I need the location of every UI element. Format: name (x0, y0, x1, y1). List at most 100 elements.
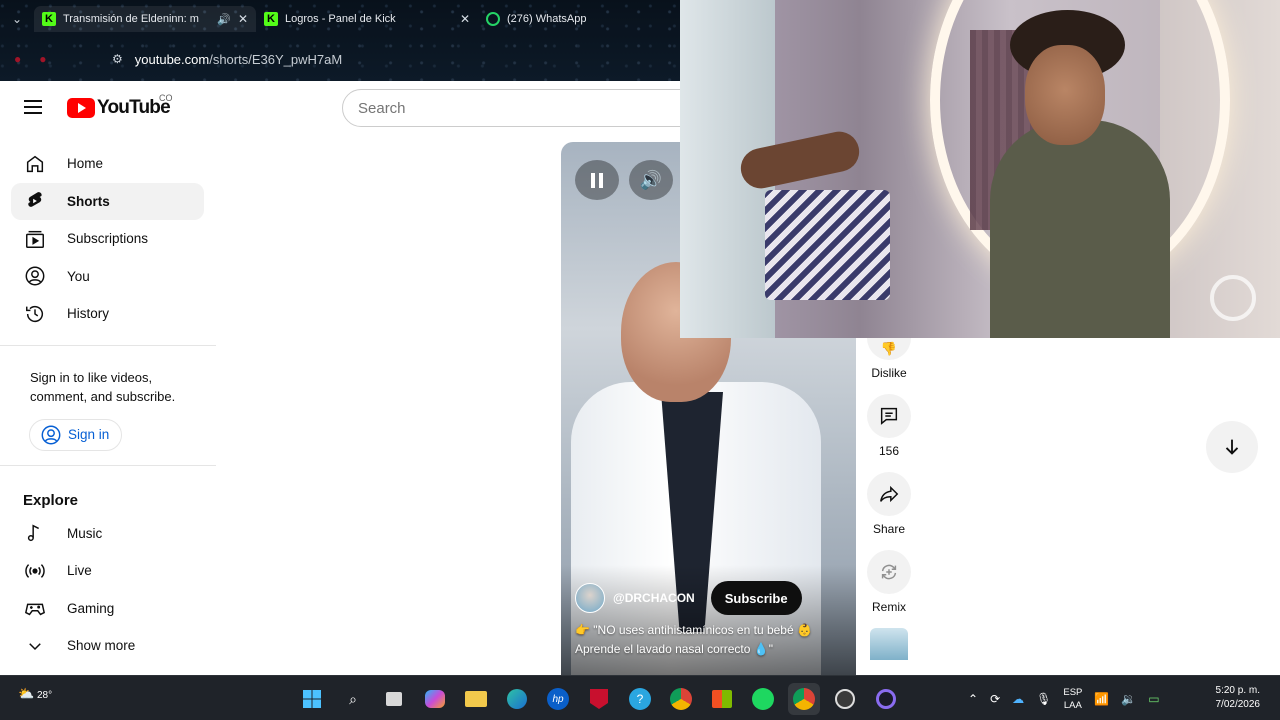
tab-kick-stream[interactable]: K Transmisión de Eldeninn: m 🔊 ✕ (34, 6, 256, 32)
language-code: ESP (1063, 686, 1083, 698)
search-icon: ⌕ (349, 690, 357, 707)
cam-face (1025, 45, 1105, 145)
search-button[interactable]: ⌕ (337, 683, 369, 715)
video-caption[interactable]: 👉 "NO uses antihistamínicos en tu bebé 👶… (575, 621, 845, 659)
store-button[interactable] (706, 683, 738, 715)
clock[interactable]: 5:20 p. m. 7/02/2026 (1216, 684, 1261, 712)
help-icon: ? (629, 688, 651, 710)
sidebar-item-show-more[interactable]: Show more (11, 627, 204, 665)
pause-button[interactable] (575, 160, 619, 200)
start-button[interactable] (296, 683, 328, 715)
weather-widget[interactable]: ⛅ 28° (18, 686, 52, 702)
help-button[interactable]: ? (624, 683, 656, 715)
hp-icon: hp (547, 688, 569, 710)
system-tray: ⌃ ⟳ ☁ 🎙 ESP LAA 📶 🔉 ▭ (968, 676, 1160, 720)
sidebar-item-label: You (67, 268, 90, 284)
volume-icon[interactable]: 🔉 (1121, 692, 1136, 706)
obs-button[interactable] (829, 683, 861, 715)
screen: ⌄ K Transmisión de Eldeninn: m 🔊 ✕ K Log… (0, 0, 1280, 720)
home-icon (23, 152, 47, 176)
volume-button[interactable]: 🔊 (629, 160, 673, 200)
sync-icon[interactable]: ⟳ (990, 692, 1000, 706)
stream-logo-icon (1210, 275, 1256, 321)
next-short-button[interactable] (1206, 421, 1258, 473)
play-logo-icon (67, 98, 95, 118)
site-settings-icon[interactable]: ⚙ (112, 52, 123, 66)
close-icon[interactable]: ✕ (238, 12, 248, 26)
comment-count: 156 (878, 444, 900, 458)
sidebar-item-label: Show more (67, 638, 136, 654)
close-icon[interactable]: ✕ (460, 12, 470, 26)
remix-label: Remix (871, 600, 906, 614)
copilot-button[interactable] (419, 683, 451, 715)
sound-thumbnail[interactable] (870, 628, 908, 660)
gaming-icon (23, 596, 47, 620)
task-view-button[interactable] (378, 683, 410, 715)
menu-icon[interactable] (24, 100, 42, 114)
language-indicator[interactable]: ESP LAA (1063, 686, 1082, 712)
caption-line: 👉 "NO uses antihistamínicos en tu bebé 👶 (575, 623, 812, 637)
sign-in-button[interactable]: Sign in (29, 418, 123, 451)
wifi-icon[interactable]: 📶 (1094, 692, 1109, 706)
tab-strip: ⌄ K Transmisión de Eldeninn: m 🔊 ✕ K Log… (0, 6, 680, 32)
chevron-down-icon (23, 634, 47, 658)
dislike-icon: 👎 (880, 341, 898, 356)
search-input[interactable]: Search (342, 89, 702, 127)
sidebar-item-history[interactable]: History (11, 295, 204, 333)
file-explorer-button[interactable] (460, 683, 492, 715)
channel-avatar[interactable] (575, 583, 605, 613)
store-icon (712, 690, 732, 708)
webcam-overlay (680, 0, 1280, 338)
speaker-icon[interactable]: 🔊 (217, 13, 231, 26)
windows-taskbar: ⛅ 28° ⌕ hp ? ⌃ ⟳ ☁ 🎙 ESP LAA 📶 🔉 ▭ 5:20 … (0, 675, 1280, 720)
url-text[interactable]: youtube.com/shorts/E36Y_pwH7aM (135, 52, 342, 67)
youtube-header: YouTube CO Search (0, 81, 702, 137)
sidebar-item-home[interactable]: Home (11, 145, 204, 183)
circle-app-icon (876, 689, 896, 709)
sidebar-item-label: Gaming (67, 600, 115, 616)
subscribe-button[interactable]: Subscribe (710, 581, 802, 615)
remix-icon (881, 564, 897, 580)
mcafee-button[interactable] (583, 683, 615, 715)
account-icon (23, 264, 47, 288)
cortana-button[interactable] (870, 683, 902, 715)
youtube-logo[interactable]: YouTube CO (67, 93, 173, 119)
chevron-up-icon[interactable]: ⌃ (968, 692, 978, 706)
sidebar-item-live[interactable]: Live (11, 552, 204, 590)
tab-whatsapp[interactable]: (276) WhatsApp (478, 6, 668, 32)
share-button[interactable] (867, 472, 911, 516)
tab-search-icon[interactable]: ⌄ (0, 12, 34, 26)
tab-title: Transmisión de Eldeninn: m (63, 13, 199, 25)
onedrive-icon[interactable]: ☁ (1012, 692, 1024, 706)
sidebar-item-label: Live (67, 563, 92, 579)
history-icon (23, 302, 47, 326)
chrome-button[interactable] (665, 683, 697, 715)
battery-icon[interactable]: ▭ (1148, 692, 1159, 706)
signin-prompt: Sign in to like videos, comment, and sub… (30, 369, 176, 404)
sidebar-item-shorts[interactable]: Shorts (11, 182, 204, 220)
extension-icons[interactable]: ●● (0, 52, 112, 66)
share-action: Share (866, 472, 912, 550)
microphone-icon[interactable]: 🎙 (1036, 692, 1051, 706)
dislike-button[interactable]: 👎 (867, 338, 911, 360)
temperature: 28° (36, 690, 53, 701)
music-icon (23, 521, 47, 545)
channel-name[interactable]: @DRCHACON (613, 591, 695, 605)
sidebar-item-you[interactable]: You (11, 258, 204, 296)
spotify-button[interactable] (747, 683, 779, 715)
edge-button[interactable] (501, 683, 533, 715)
remix-button[interactable] (867, 550, 911, 594)
hp-button[interactable]: hp (542, 683, 574, 715)
chrome-profile-button[interactable] (788, 683, 820, 715)
taskbar-apps: ⌕ hp ? (296, 683, 902, 715)
address-bar[interactable]: ●● ⚙ youtube.com/shorts/E36Y_pwH7aM (0, 44, 680, 74)
whatsapp-icon (486, 12, 500, 26)
sidebar-item-gaming[interactable]: Gaming (11, 590, 204, 628)
sidebar-item-subscriptions[interactable]: Subscriptions (11, 220, 204, 258)
obs-icon (835, 689, 855, 709)
sidebar-item-music[interactable]: Music (11, 515, 204, 553)
task-view-icon (386, 692, 402, 706)
tab-kick-panel[interactable]: K Logros - Panel de Kick ✕ (256, 6, 478, 32)
url-domain: youtube.com (134, 51, 210, 67)
comment-button[interactable] (867, 394, 911, 438)
